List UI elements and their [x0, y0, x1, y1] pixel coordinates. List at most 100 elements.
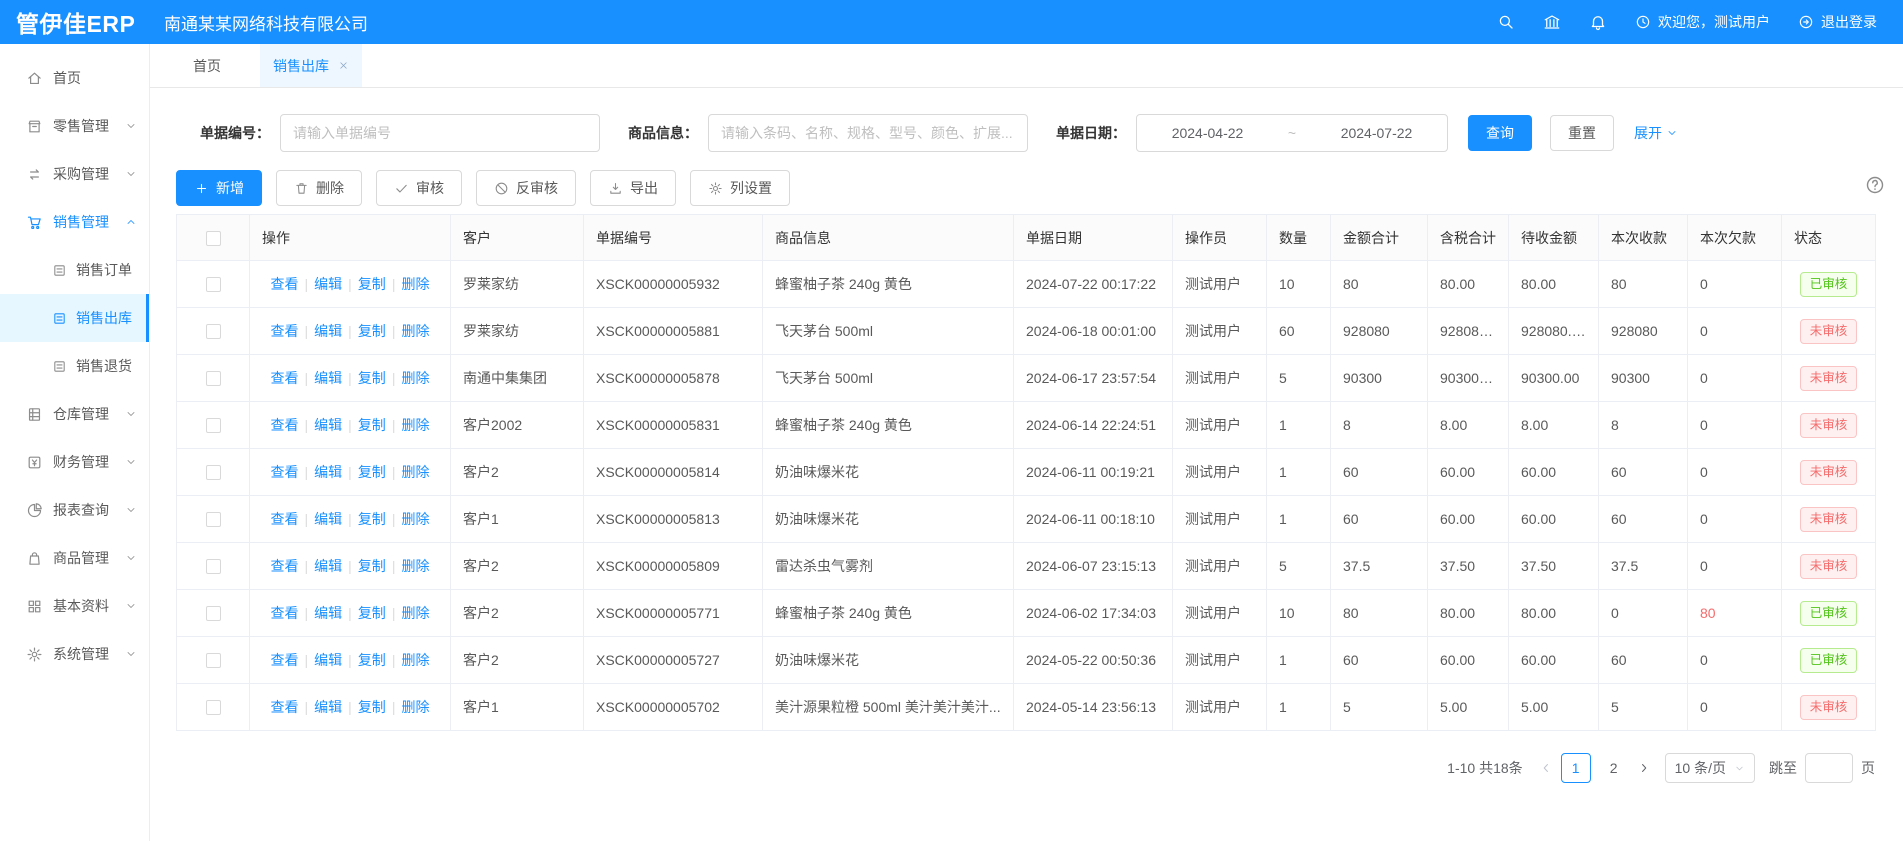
action-view-link[interactable]: 查看 [271, 699, 299, 715]
action-delete-link[interactable]: 删除 [401, 605, 429, 621]
sidebar-item-warehouse[interactable]: 仓库管理 [0, 390, 149, 438]
sidebar-item-goods[interactable]: 商品管理 [0, 534, 149, 582]
action-copy-link[interactable]: 复制 [358, 417, 386, 433]
status-badge: 已审核 [1800, 272, 1858, 297]
action-separator: | [348, 652, 352, 668]
action-view-link[interactable]: 查看 [271, 605, 299, 621]
product-info-input[interactable] [708, 114, 1028, 152]
logout-button[interactable]: 退出登录 [1798, 12, 1877, 32]
row-checkbox[interactable] [206, 606, 221, 621]
row-checkbox[interactable] [206, 324, 221, 339]
row-checkbox[interactable] [206, 371, 221, 386]
row-checkbox[interactable] [206, 559, 221, 574]
action-copy-link[interactable]: 复制 [358, 605, 386, 621]
sidebar-item-sales-return[interactable]: 销售退货 [0, 342, 149, 390]
receivable-cell: 80.00 [1509, 590, 1599, 637]
sidebar-item-finance[interactable]: 财务管理 [0, 438, 149, 486]
date-start[interactable]: 2024-04-22 [1137, 125, 1278, 141]
sidebar-item-sales-order[interactable]: 销售订单 [0, 246, 149, 294]
page-button-2[interactable]: 2 [1599, 753, 1629, 783]
action-view-link[interactable]: 查看 [271, 323, 299, 339]
sidebar-item-sales[interactable]: 销售管理 [0, 198, 149, 246]
row-checkbox[interactable] [206, 653, 221, 668]
column-header: 操作员 [1173, 215, 1267, 261]
action-edit-link[interactable]: 编辑 [314, 558, 342, 574]
export-button[interactable]: 导出 [590, 170, 676, 206]
action-delete-link[interactable]: 删除 [401, 464, 429, 480]
page-size-select[interactable]: 10 条/页 [1665, 753, 1755, 783]
action-edit-link[interactable]: 编辑 [314, 323, 342, 339]
sidebar-item-report[interactable]: 报表查询 [0, 486, 149, 534]
action-view-link[interactable]: 查看 [271, 370, 299, 386]
action-edit-link[interactable]: 编辑 [314, 699, 342, 715]
action-copy-link[interactable]: 复制 [358, 370, 386, 386]
sidebar-item-sales-outbound[interactable]: 销售出库 [0, 294, 149, 342]
action-view-link[interactable]: 查看 [271, 417, 299, 433]
action-copy-link[interactable]: 复制 [358, 511, 386, 527]
welcome-user[interactable]: 欢迎您，测试用户 [1635, 12, 1770, 32]
action-copy-link[interactable]: 复制 [358, 276, 386, 292]
sidebar-item-retail[interactable]: 零售管理 [0, 102, 149, 150]
select-all-checkbox[interactable] [206, 231, 221, 246]
search-button[interactable]: 查询 [1468, 115, 1532, 151]
search-icon[interactable] [1497, 13, 1515, 31]
audit-button[interactable]: 审核 [376, 170, 462, 206]
action-delete-link[interactable]: 删除 [401, 511, 429, 527]
close-icon[interactable] [338, 60, 349, 71]
sales-icon [26, 214, 43, 231]
bank-icon[interactable] [1543, 13, 1561, 31]
delete-button[interactable]: 删除 [276, 170, 362, 206]
action-view-link[interactable]: 查看 [271, 511, 299, 527]
tab-sales-outbound[interactable]: 销售出库 [260, 44, 362, 87]
action-edit-link[interactable]: 编辑 [314, 605, 342, 621]
expand-link[interactable]: 展开 [1634, 123, 1678, 143]
action-delete-link[interactable]: 删除 [401, 370, 429, 386]
action-edit-link[interactable]: 编辑 [314, 652, 342, 668]
action-delete-link[interactable]: 删除 [401, 699, 429, 715]
action-view-link[interactable]: 查看 [271, 558, 299, 574]
date-end[interactable]: 2024-07-22 [1306, 125, 1447, 141]
next-page-button[interactable] [1637, 761, 1651, 775]
action-view-link[interactable]: 查看 [271, 276, 299, 292]
action-edit-link[interactable]: 编辑 [314, 276, 342, 292]
jump-page-input[interactable] [1805, 753, 1853, 783]
action-view-link[interactable]: 查看 [271, 652, 299, 668]
row-checkbox[interactable] [206, 512, 221, 527]
add-button[interactable]: 新增 [176, 170, 262, 206]
unaudit-button[interactable]: 反审核 [476, 170, 576, 206]
action-copy-link[interactable]: 复制 [358, 323, 386, 339]
sidebar-item-purchase[interactable]: 采购管理 [0, 150, 149, 198]
action-copy-link[interactable]: 复制 [358, 464, 386, 480]
order-no-input[interactable] [280, 114, 600, 152]
column-settings-button[interactable]: 列设置 [690, 170, 790, 206]
action-edit-link[interactable]: 编辑 [314, 417, 342, 433]
action-view-link[interactable]: 查看 [271, 464, 299, 480]
sidebar-item-system[interactable]: 系统管理 [0, 630, 149, 678]
prev-page-button[interactable] [1539, 761, 1553, 775]
sidebar-item-basedata[interactable]: 基本资料 [0, 582, 149, 630]
action-delete-link[interactable]: 删除 [401, 417, 429, 433]
row-checkbox[interactable] [206, 700, 221, 715]
action-delete-link[interactable]: 删除 [401, 276, 429, 292]
action-copy-link[interactable]: 复制 [358, 652, 386, 668]
tab-home[interactable]: 首页 [180, 44, 234, 87]
action-copy-link[interactable]: 复制 [358, 558, 386, 574]
action-delete-link[interactable]: 删除 [401, 652, 429, 668]
bell-icon[interactable] [1589, 13, 1607, 31]
date-range-input[interactable]: 2024-04-22 ~ 2024-07-22 [1136, 114, 1448, 152]
sidebar-item-label: 销售出库 [76, 308, 132, 328]
sidebar-item-home[interactable]: 首页 [0, 54, 149, 102]
row-checkbox[interactable] [206, 277, 221, 292]
action-edit-link[interactable]: 编辑 [314, 370, 342, 386]
row-checkbox[interactable] [206, 418, 221, 433]
reset-button[interactable]: 重置 [1550, 115, 1614, 151]
action-copy-link[interactable]: 复制 [358, 699, 386, 715]
help-icon[interactable] [1865, 175, 1885, 195]
action-edit-link[interactable]: 编辑 [314, 511, 342, 527]
action-delete-link[interactable]: 删除 [401, 558, 429, 574]
app-logo[interactable]: 管伊佳ERP [0, 5, 150, 39]
action-edit-link[interactable]: 编辑 [314, 464, 342, 480]
page-button-1[interactable]: 1 [1561, 753, 1591, 783]
row-checkbox[interactable] [206, 465, 221, 480]
action-delete-link[interactable]: 删除 [401, 323, 429, 339]
